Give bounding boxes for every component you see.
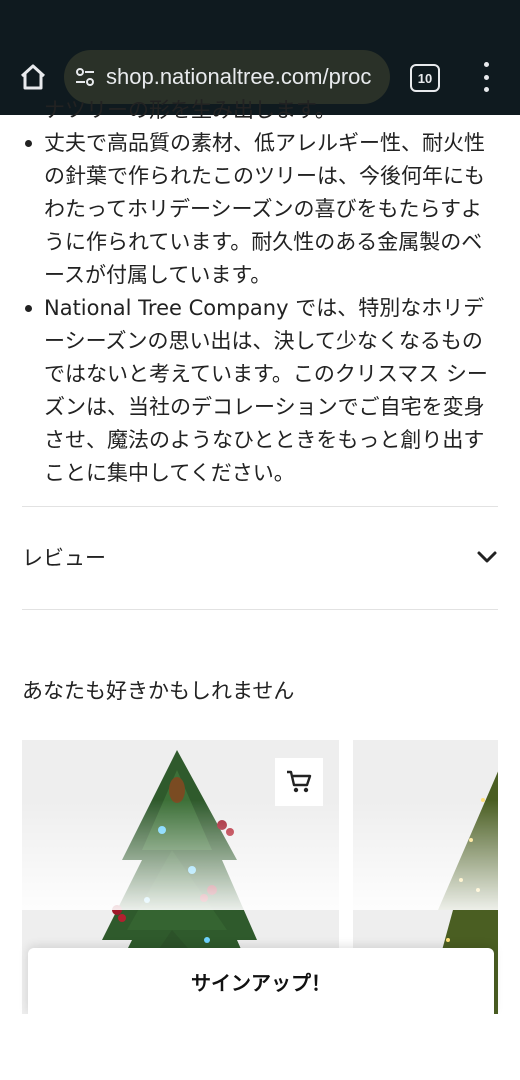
- cart-icon: [287, 770, 312, 793]
- chevron-down-icon: [477, 551, 497, 563]
- url-text: shop.nationaltree.com/proc: [106, 64, 372, 89]
- home-icon: [20, 64, 46, 90]
- more-menu-icon[interactable]: [474, 62, 498, 92]
- reviews-accordion[interactable]: レビュー: [22, 507, 498, 607]
- tab-count: 10: [417, 70, 433, 86]
- description-list: 丈夫で高品質の素材、低アレルギー性、耐火性の針葉で作られたこのツリーは、今後何年…: [20, 127, 500, 490]
- list-item: 丈夫で高品質の素材、低アレルギー性、耐火性の針葉で作られたこのツリーは、今後何年…: [20, 127, 500, 292]
- recommendations-title: あなたも好きかもしれません: [22, 679, 295, 703]
- add-to-cart-button[interactable]: [275, 758, 323, 806]
- site-settings-icon[interactable]: [74, 66, 96, 88]
- description-clipped-line: ナツリーの形を生み出します。: [44, 98, 336, 122]
- bottom-area: [0, 1014, 520, 1080]
- signup-button[interactable]: サインアップ！: [28, 948, 494, 1014]
- divider: [22, 609, 498, 610]
- reviews-label: レビュー: [22, 546, 106, 570]
- home-button[interactable]: [16, 62, 50, 92]
- tab-switcher-icon[interactable]: 10: [410, 64, 440, 92]
- list-item: National Tree Company では、特別なホリデーシーズンの思い出…: [20, 292, 500, 490]
